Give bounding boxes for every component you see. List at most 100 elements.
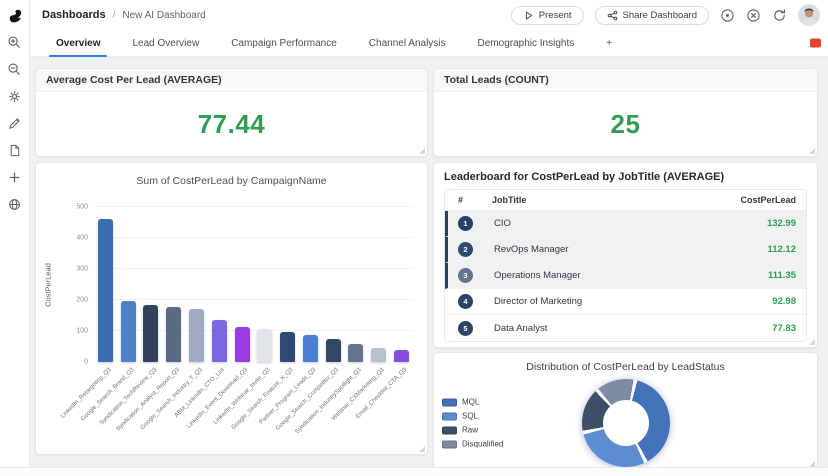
leaderboard-header-row: # JobTitle CostPerLead	[445, 190, 806, 211]
donut-hole	[603, 400, 649, 446]
present-button[interactable]: Present	[511, 6, 584, 25]
jobtitle-cell: Director of Marketing	[492, 296, 716, 307]
donut-chart-card[interactable]: Distribution of CostPerLead by LeadStatu…	[433, 352, 818, 470]
bar-slot	[162, 207, 185, 362]
tab-overview[interactable]: Overview	[40, 30, 116, 56]
resize-handle[interactable]	[419, 148, 425, 154]
y-tick-label: 100	[62, 328, 88, 335]
y-tick-label: 500	[62, 204, 88, 211]
y-axis-label: CostPerLead	[44, 263, 53, 307]
app-logo[interactable]	[6, 6, 24, 24]
main-row: Sum of CostPerLead by CampaignName CostP…	[35, 162, 818, 470]
record-indicator[interactable]	[810, 39, 821, 48]
bar[interactable]	[303, 335, 318, 362]
breadcrumb-dashboards[interactable]: Dashboards	[42, 9, 106, 21]
tab-add[interactable]: +	[590, 30, 628, 56]
bar-slot	[367, 207, 390, 362]
rank-badge: 1	[458, 216, 473, 231]
legend-item[interactable]: Disqualified	[442, 440, 503, 449]
bar[interactable]	[121, 301, 136, 362]
costperlead-cell: 112.12	[716, 244, 796, 255]
leaderboard-card[interactable]: Leaderboard for CostPerLead by JobTitle …	[433, 162, 818, 348]
present-label: Present	[539, 10, 572, 21]
bar[interactable]	[98, 219, 113, 362]
zoom-in-icon[interactable]	[6, 33, 24, 51]
share-nodes-icon	[607, 10, 618, 21]
kpi-card-total-leads[interactable]: Total Leads (COUNT) 25	[433, 68, 818, 157]
donut-legend: MQL SQL Raw Disqualified	[442, 398, 503, 449]
resize-handle[interactable]	[419, 446, 425, 452]
legend-item[interactable]: SQL	[442, 412, 503, 421]
legend-label: Disqualified	[462, 440, 503, 449]
leaderboard-row[interactable]: 3Operations Manager111.35	[445, 263, 806, 289]
costperlead-cell: 132.99	[716, 218, 796, 229]
bar-slot	[322, 207, 345, 362]
bar[interactable]	[143, 305, 158, 362]
donut-chart[interactable]	[582, 379, 670, 467]
donut-area: MQL SQL Raw Disqualified	[434, 377, 817, 469]
leaderboard-row[interactable]: 2 RevOps Manager112.12	[445, 237, 806, 263]
kpi-card-title: Average Cost Per Lead (AVERAGE)	[36, 69, 427, 92]
bar[interactable]	[326, 339, 341, 362]
bar[interactable]	[371, 348, 386, 362]
column-header-jobtitle: JobTitle	[492, 195, 716, 205]
bar[interactable]	[348, 344, 363, 362]
kpi-card-avg-cost-per-lead[interactable]: Average Cost Per Lead (AVERAGE) 77.44	[35, 68, 428, 157]
bar[interactable]	[257, 329, 272, 362]
costperlead-cell: 92.98	[716, 296, 796, 307]
y-tick-label: 200	[62, 297, 88, 304]
tab-channel-analysis[interactable]: Channel Analysis	[353, 30, 462, 56]
legend-swatch	[442, 440, 457, 448]
avatar[interactable]	[798, 4, 820, 26]
tab-demographic-insights[interactable]: Demographic Insights	[462, 30, 591, 56]
bar[interactable]	[166, 307, 181, 362]
bar-slot	[231, 207, 254, 362]
refresh-icon[interactable]	[772, 8, 787, 23]
legend-swatch	[442, 398, 457, 406]
legend-swatch	[442, 426, 457, 434]
column-header-costperlead: CostPerLead	[716, 195, 796, 205]
bar-slot	[276, 207, 299, 362]
bar-chart-title: Sum of CostPerLead by CampaignName	[36, 175, 427, 187]
legend-item[interactable]: Raw	[442, 426, 503, 435]
right-column: Leaderboard for CostPerLead by JobTitle …	[433, 162, 818, 470]
legend-item[interactable]: MQL	[442, 398, 503, 407]
rank-badge: 4	[458, 294, 473, 309]
zoom-out-icon[interactable]	[6, 60, 24, 78]
leaderboard-row[interactable]: 4 Director of Marketing92.98	[445, 289, 806, 315]
share-dashboard-button[interactable]: Share Dashboard	[595, 6, 709, 25]
circle-x-icon[interactable]	[746, 8, 761, 23]
app-window: Dashboards / New AI Dashboard Present Sh…	[0, 0, 828, 476]
legend-label: SQL	[462, 412, 478, 421]
bar[interactable]	[280, 332, 295, 362]
donut-chart-title: Distribution of CostPerLead by LeadStatu…	[434, 361, 817, 373]
kpi-card-title: Total Leads (COUNT)	[434, 69, 817, 92]
horizontal-scrollbar[interactable]	[0, 467, 828, 476]
globe-icon[interactable]	[6, 195, 24, 213]
bar-slot	[117, 207, 140, 362]
leaderboard-row[interactable]: 1CIO132.99	[445, 211, 806, 237]
bar[interactable]	[394, 350, 409, 362]
add-plus-icon[interactable]	[6, 168, 24, 186]
circle-dot-icon[interactable]	[720, 8, 735, 23]
document-icon[interactable]	[6, 141, 24, 159]
bar[interactable]	[189, 309, 204, 362]
topbar: Dashboards / New AI Dashboard Present Sh…	[30, 0, 828, 30]
edit-pencil-icon[interactable]	[6, 114, 24, 132]
jobtitle-cell: RevOps Manager	[492, 244, 716, 255]
settings-gear-icon[interactable]	[6, 87, 24, 105]
bar[interactable]	[212, 320, 227, 362]
breadcrumb: Dashboards / New AI Dashboard	[42, 9, 206, 21]
resize-handle[interactable]	[809, 339, 815, 345]
share-dashboard-label: Share Dashboard	[623, 10, 697, 21]
rank-cell: 1	[458, 216, 492, 231]
tab-lead-overview[interactable]: Lead Overview	[116, 30, 215, 56]
rank-badge: 5	[458, 321, 473, 336]
tab-campaign-performance[interactable]: Campaign Performance	[215, 30, 353, 56]
rank-badge: 2	[458, 242, 473, 257]
leaderboard-row[interactable]: 5Data Analyst77.83	[445, 315, 806, 341]
resize-handle[interactable]	[809, 148, 815, 154]
bar-chart-card[interactable]: Sum of CostPerLead by CampaignName CostP…	[35, 162, 428, 455]
breadcrumb-current-page: New AI Dashboard	[122, 10, 205, 21]
bar[interactable]	[235, 327, 250, 362]
